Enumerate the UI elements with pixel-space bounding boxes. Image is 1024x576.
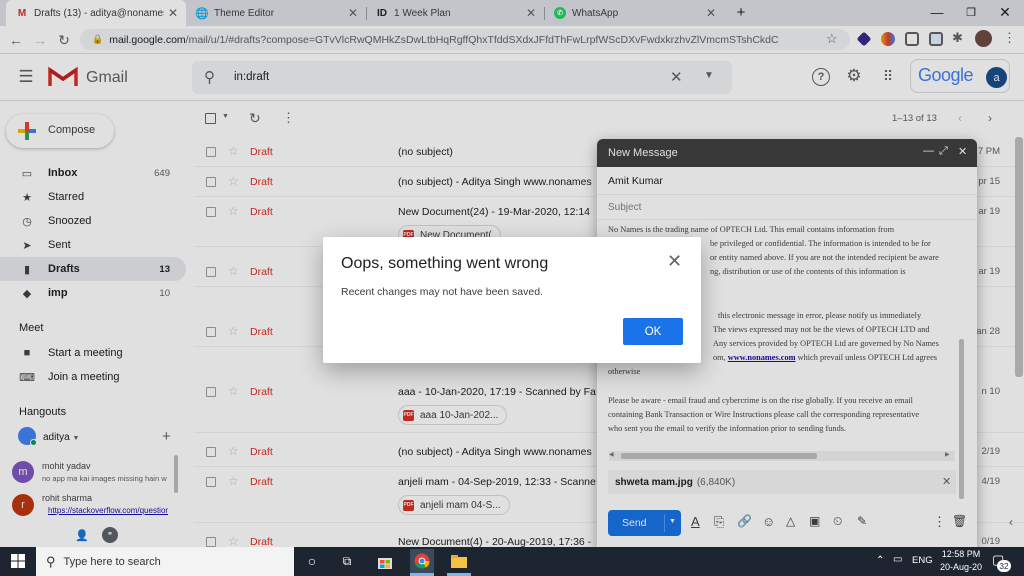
taskbar-search[interactable]: ⚲ Type here to search <box>36 547 294 576</box>
screen: M Drafts (13) - aditya@nonames.co ✕ 🌐 Th… <box>0 0 1024 576</box>
ok-button[interactable]: OK <box>623 318 683 345</box>
cortana-icon[interactable]: ○ <box>300 549 324 573</box>
dialog-message: Recent changes may not have been saved. <box>341 286 543 298</box>
language-indicator[interactable]: ENG <box>912 555 933 566</box>
clock[interactable]: 12:58 PM 20-Aug-20 <box>938 548 984 574</box>
error-dialog: Oops, something went wrong ✕ Recent chan… <box>323 237 701 363</box>
task-view-icon[interactable]: ⧉ <box>335 549 359 573</box>
store-icon[interactable] <box>373 549 397 573</box>
notification-center[interactable]: ▢ 32 <box>992 552 1012 572</box>
chrome-taskbar-icon[interactable] <box>410 549 434 573</box>
file-explorer-icon[interactable] <box>447 549 471 573</box>
close-dialog-icon[interactable]: ✕ <box>667 251 682 272</box>
dialog-title: Oops, something went wrong <box>341 255 549 272</box>
network-icon[interactable]: ▭ <box>893 554 902 565</box>
windows-start-icon[interactable] <box>6 549 30 573</box>
search-icon: ⚲ <box>46 553 56 569</box>
tray-chevron-icon[interactable]: ⌃ <box>876 555 884 566</box>
notification-badge: 32 <box>997 560 1011 572</box>
